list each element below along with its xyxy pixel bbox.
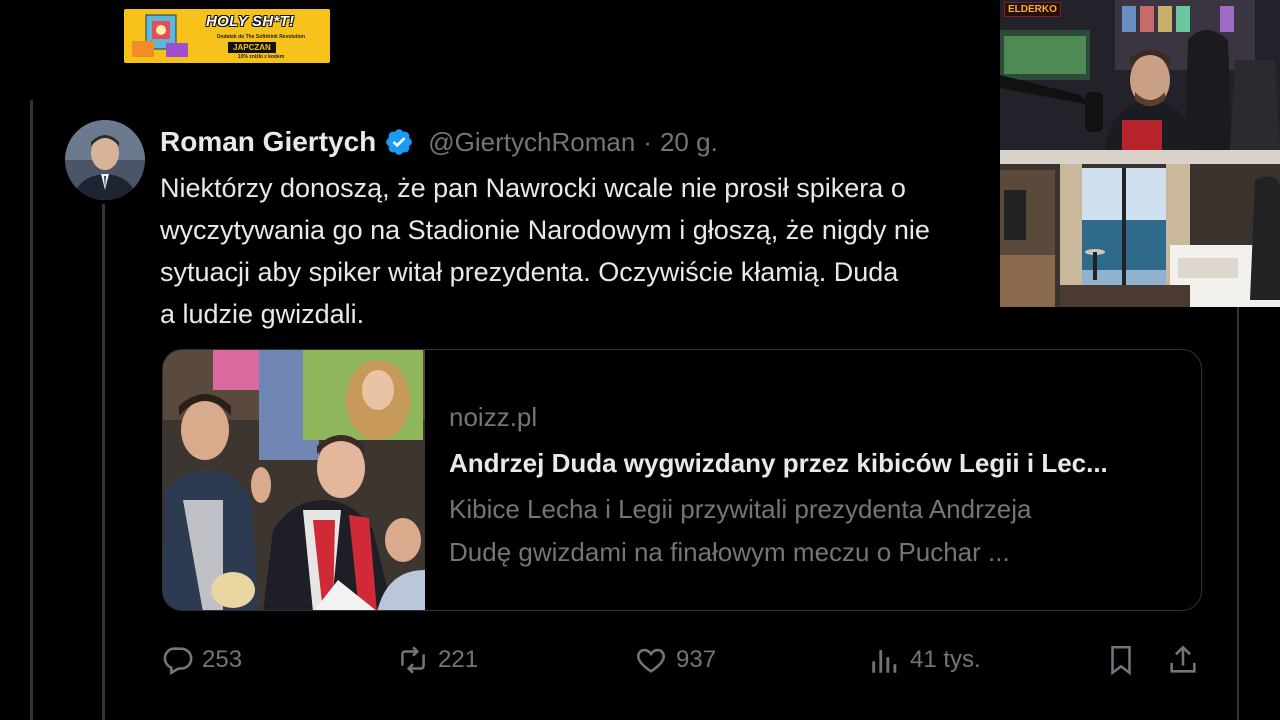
card-border-right xyxy=(1237,300,1239,720)
views-button[interactable]: 41 tys. xyxy=(868,638,981,682)
repost-icon xyxy=(401,646,425,674)
sponsor-brand: JAPCZAN xyxy=(228,42,276,53)
sponsor-note: 10% zniżki z kodem xyxy=(237,54,285,60)
like-count: 937 xyxy=(676,646,717,673)
tweet-timestamp[interactable]: 20 g. xyxy=(660,127,718,158)
link-description-line: Kibice Lecha i Legii przywitali prezyden… xyxy=(449,494,1032,524)
repost-count: 221 xyxy=(438,646,479,673)
author-name[interactable]: Roman Giertych xyxy=(160,126,376,158)
author-avatar[interactable] xyxy=(65,120,145,200)
link-description: Kibice Lecha i Legii przywitali prezyden… xyxy=(449,488,1169,574)
webcam-image xyxy=(1000,0,1280,150)
header-separator: · xyxy=(643,126,652,157)
reply-count: 253 xyxy=(202,646,243,673)
analytics-icon xyxy=(872,650,897,673)
link-preview-card[interactable]: noizz.pl Andrzej Duda wygwizdany przez k… xyxy=(162,349,1202,611)
author-handle[interactable]: @GiertychRoman xyxy=(428,127,635,158)
reply-icon xyxy=(163,647,193,676)
reply-button[interactable]: 253 xyxy=(160,638,242,682)
room-camera-image xyxy=(1000,150,1280,307)
bookmark-icon xyxy=(1111,645,1131,676)
verified-badge-icon xyxy=(384,127,414,157)
thread-connector-line xyxy=(102,204,105,720)
link-title: Andrzej Duda wygwizdany przez kibiców Le… xyxy=(449,448,1108,478)
sponsor-subtitle: Dodatek do The Softdrink Revolution xyxy=(216,34,306,40)
tweet-action-bar: 253 221 937 41 tys. xyxy=(160,638,1210,682)
avatar-portrait-image xyxy=(65,120,145,200)
channel-badge: ELDERKO xyxy=(1004,2,1061,17)
sponsor-banner: HOLY SH*T! Dodatek do The Softdrink Revo… xyxy=(124,9,330,63)
tweet-header: Roman Giertych @GiertychRoman · 20 g. xyxy=(160,122,718,162)
like-button[interactable]: 937 xyxy=(634,638,716,682)
card-border-left xyxy=(30,100,33,720)
link-description-line: Dudę gwizdami na finałowym meczu o Pucha… xyxy=(449,537,1010,567)
link-thumbnail-image xyxy=(163,350,425,610)
heart-icon xyxy=(637,648,665,673)
repost-button[interactable]: 221 xyxy=(396,638,478,682)
share-button[interactable] xyxy=(1166,638,1200,682)
room-camera-overlay xyxy=(1000,150,1280,307)
bookmark-button[interactable] xyxy=(1104,638,1138,682)
streamer-webcam-overlay: ELDERKO xyxy=(1000,0,1280,150)
views-count: 41 tys. xyxy=(910,646,981,673)
share-icon xyxy=(1170,645,1196,673)
sponsor-title: HOLY SH*T! xyxy=(206,13,295,30)
game-box-art-image xyxy=(132,14,188,57)
link-domain: noizz.pl xyxy=(449,402,538,432)
